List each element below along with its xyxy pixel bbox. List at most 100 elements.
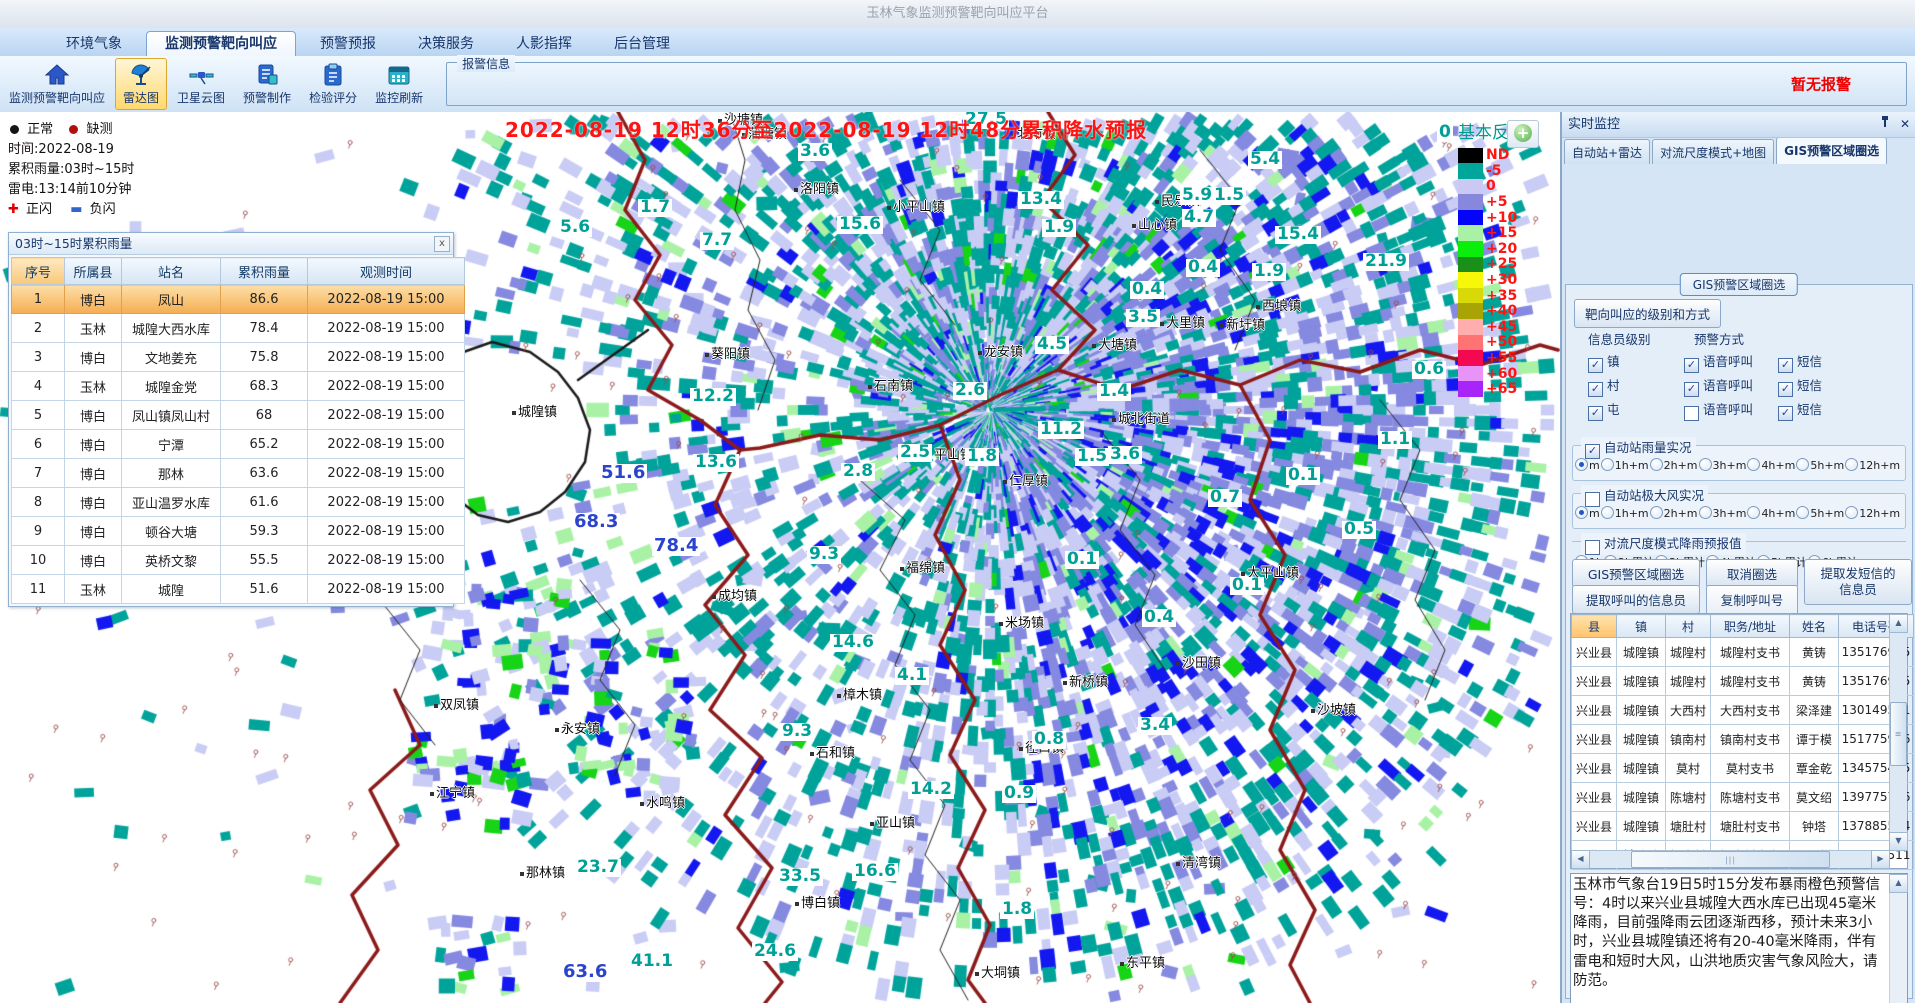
table-row[interactable]: 10博白英桥文黎55.52022-08-19 15:00	[12, 546, 465, 575]
checkbox[interactable]: ✓	[1778, 406, 1793, 421]
toolbar-item-6[interactable]: 监控刷新	[367, 58, 431, 110]
radio-icon[interactable]	[1699, 506, 1712, 519]
radio-option[interactable]: m	[1575, 506, 1600, 520]
extract-sms-button[interactable]: 提取发短信的信息员	[1804, 559, 1912, 605]
rain-column-header[interactable]: 观测时间	[308, 258, 465, 285]
radio-icon[interactable]	[1699, 458, 1712, 471]
scroll-right-icon[interactable]: ▶	[1871, 850, 1890, 869]
radio-icon[interactable]	[1845, 458, 1858, 471]
panel-tab-3[interactable]: GIS预警区域圈选	[1776, 137, 1887, 164]
radio-icon[interactable]	[1796, 458, 1809, 471]
contact-row[interactable]: 兴业县城隍镇莫村莫村支书覃金乾134575405	[1572, 754, 1914, 783]
panel-tab-1[interactable]: 自动站+雷达	[1564, 139, 1650, 164]
radio-icon[interactable]	[1650, 506, 1663, 519]
scroll-up-icon[interactable]: ▲	[1889, 614, 1908, 633]
table-row[interactable]: 2玉林城隍大西水库78.42022-08-19 15:00	[12, 314, 465, 343]
toolbar-item-3[interactable]: 卫星云图	[169, 58, 233, 110]
radio-icon[interactable]	[1575, 458, 1588, 471]
close-icon[interactable]: x	[434, 236, 450, 252]
pin-icon[interactable]	[1880, 116, 1890, 128]
radio-option[interactable]: 2h+m	[1650, 506, 1698, 520]
table-row[interactable]: 1博白凤山86.62022-08-19 15:00	[12, 285, 465, 314]
rain-column-header[interactable]: 累积雨量	[221, 258, 308, 285]
radio-option[interactable]: 1h+m	[1601, 506, 1649, 520]
scroll-left-icon[interactable]: ◀	[1571, 850, 1590, 869]
rain-column-header[interactable]: 序号	[12, 258, 65, 285]
close-icon[interactable]: ✕	[1900, 117, 1910, 131]
radar-map[interactable]: 沙塘镇蒲塘镇北市镇洛阳镇小平山镇民乐镇山心镇西埌镇新圩镇大里镇石南镇葵阳镇龙安镇…	[0, 112, 1561, 1003]
scroll-down-icon[interactable]: ▼	[1889, 832, 1908, 851]
menu-tab-4[interactable]: 决策服务	[400, 32, 492, 56]
contact-row[interactable]: 兴业县城隍镇城隍村城隍村支书黄铸135176975	[1572, 667, 1914, 696]
contact-row[interactable]: 兴业县城隍镇城隍村城隍村支书黄铸135176975	[1572, 638, 1914, 667]
table-row[interactable]: 5博白凤山镇凤山村682022-08-19 15:00	[12, 401, 465, 430]
checkbox[interactable]: ✓	[1588, 358, 1603, 373]
gis-select-button[interactable]: GIS预警区域圈选	[1572, 559, 1700, 588]
checkbox[interactable]: ✓	[1588, 382, 1603, 397]
scroll-up-icon[interactable]: ▲	[1889, 874, 1908, 893]
table-row[interactable]: 7博白那林63.62022-08-19 15:00	[12, 459, 465, 488]
scrollbar-thumb[interactable]: ≡	[1890, 702, 1907, 766]
checkbox[interactable]: ✓	[1778, 358, 1793, 373]
table-row[interactable]: 3博白文地姜充75.82022-08-19 15:00	[12, 343, 465, 372]
radio-option[interactable]: 5h+m	[1796, 458, 1844, 472]
horizontal-scrollbar[interactable]: ◀ ▶ |||	[1571, 850, 1890, 868]
checkbox[interactable]: ✓	[1585, 444, 1600, 459]
rain-column-header[interactable]: 所属县	[65, 258, 122, 285]
table-row[interactable]: 9博白顿谷大塘59.32022-08-19 15:00	[12, 517, 465, 546]
checkbox[interactable]: ✓	[1778, 382, 1793, 397]
message-scrollbar[interactable]: ▲ ▼	[1889, 874, 1907, 1003]
radio-icon[interactable]	[1601, 506, 1614, 519]
radio-icon[interactable]	[1747, 506, 1760, 519]
radio-option[interactable]: 4h+m	[1747, 458, 1795, 472]
radio-option[interactable]: 1h+m	[1601, 458, 1649, 472]
checkbox[interactable]: ✓	[1588, 406, 1603, 421]
contacts-column-header[interactable]: 镇	[1617, 615, 1666, 638]
cancel-select-button[interactable]: 取消圈选	[1706, 559, 1798, 588]
extract-call-button[interactable]: 提取呼叫的信息员	[1572, 585, 1700, 614]
contact-row[interactable]: 兴业县城隍镇大西村大西村支书梁泽建130149571	[1572, 696, 1914, 725]
menu-tab-3[interactable]: 预警预报	[302, 32, 394, 56]
checkbox[interactable]: ✓	[1684, 358, 1699, 373]
contact-row[interactable]: 兴业县城隍镇塘肚村塘肚村支书钟塔137885534	[1572, 812, 1914, 841]
menu-tab-5[interactable]: 人影指挥	[498, 32, 590, 56]
menu-tab-1[interactable]: 环境气象	[48, 32, 140, 56]
message-box[interactable]: 玉林市气象台19日5时15分发布暴雨橙色预警信号：4时以来兴业县城隍大西水库已出…	[1570, 873, 1908, 1003]
contacts-column-header[interactable]: 村	[1666, 615, 1711, 638]
radio-option[interactable]: 12h+m	[1845, 506, 1900, 520]
table-row[interactable]: 4玉林城隍金党68.32022-08-19 15:00	[12, 372, 465, 401]
panel-tab-2[interactable]: 对流尺度模式+地图	[1652, 139, 1774, 164]
menu-tab-2[interactable]: 监测预警靶向叫应	[146, 31, 296, 56]
radio-option[interactable]: 3h+m	[1699, 506, 1747, 520]
radio-icon[interactable]	[1845, 506, 1858, 519]
scrollbar-thumb[interactable]: |||	[1631, 851, 1830, 868]
radio-option[interactable]: 5h+m	[1796, 506, 1844, 520]
radio-option[interactable]: 2h+m	[1650, 458, 1698, 472]
table-row[interactable]: 8博白亚山温罗水库61.62022-08-19 15:00	[12, 488, 465, 517]
rain-column-header[interactable]: 站名	[122, 258, 221, 285]
radio-icon[interactable]	[1575, 506, 1588, 519]
contacts-column-header[interactable]: 姓名	[1790, 615, 1839, 638]
toolbar-item-5[interactable]: 检验评分	[301, 58, 365, 110]
checkbox[interactable]: ✓	[1585, 492, 1600, 507]
toolbar-item-2[interactable]: 雷达图	[115, 58, 167, 110]
contacts-column-header[interactable]: 职务/地址	[1711, 615, 1790, 638]
checkbox[interactable]: ✓	[1684, 406, 1699, 421]
radio-icon[interactable]	[1650, 458, 1663, 471]
checkbox[interactable]: ✓	[1585, 540, 1600, 555]
vertical-scrollbar[interactable]: ▲ ▼ ≡	[1889, 614, 1907, 851]
toolbar-item-4[interactable]: 预警制作	[235, 58, 299, 110]
add-layer-button[interactable]: +	[1507, 120, 1539, 148]
table-row[interactable]: 6博白宁潭65.22022-08-19 15:00	[12, 430, 465, 459]
radio-icon[interactable]	[1747, 458, 1760, 471]
contacts-column-header[interactable]: 县	[1572, 615, 1617, 638]
radio-icon[interactable]	[1601, 458, 1614, 471]
contact-row[interactable]: 兴业县城隍镇陈塘村陈塘村支书莫文绍139775796	[1572, 783, 1914, 812]
toolbar-item-1[interactable]: 监测预警靶向叫应	[1, 58, 113, 110]
radio-option[interactable]: 3h+m	[1699, 458, 1747, 472]
radio-option[interactable]: 4h+m	[1747, 506, 1795, 520]
call-level-button[interactable]: 靶向叫应的级别和方式	[1574, 299, 1721, 328]
menu-tab-6[interactable]: 后台管理	[596, 32, 688, 56]
radio-icon[interactable]	[1796, 506, 1809, 519]
radio-option[interactable]: m	[1575, 458, 1600, 472]
